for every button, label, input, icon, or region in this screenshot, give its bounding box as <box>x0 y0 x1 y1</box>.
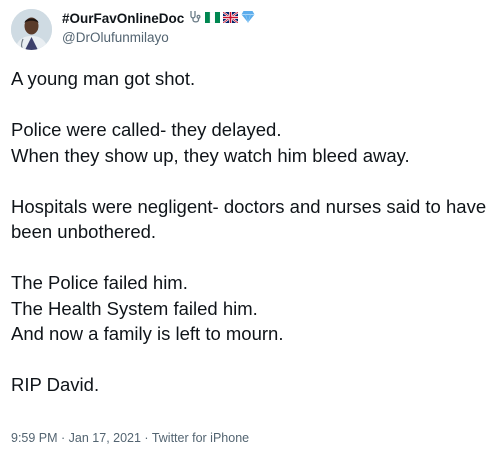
tweet-paragraph: RIP David. <box>11 374 100 395</box>
tweet-timestamp[interactable]: 9:59 PM · Jan 17, 2021 · Twitter for iPh… <box>11 431 249 445</box>
author-handle[interactable]: @DrOlufunmilayo <box>62 29 255 47</box>
avatar-image <box>11 9 52 50</box>
display-name-row[interactable]: #OurFavOnlineDoc <box>62 10 255 29</box>
tweet-text: A young man got shot. Police were called… <box>11 66 491 398</box>
tweet-card: #OurFavOnlineDoc @DrOlufunmilayo A young… <box>0 0 495 455</box>
blue-diamond-icon <box>241 10 255 28</box>
nigeria-flag-icon <box>205 10 221 28</box>
uk-flag-icon <box>222 10 239 28</box>
tweet-paragraph: The Police failed him. The Health System… <box>11 272 284 344</box>
tweet-paragraph: A young man got shot. <box>11 68 196 89</box>
tweet-paragraph: Hospitals were negligent- doctors and nu… <box>11 195 487 243</box>
tweet-header: #OurFavOnlineDoc @DrOlufunmilayo <box>11 9 255 50</box>
display-name[interactable]: #OurFavOnlineDoc <box>62 10 184 28</box>
avatar[interactable] <box>11 9 52 50</box>
tweet-paragraph: Police were called- they delayed. When t… <box>11 119 410 166</box>
stethoscope-icon <box>188 10 202 29</box>
author-names: #OurFavOnlineDoc @DrOlufunmilayo <box>62 10 255 47</box>
